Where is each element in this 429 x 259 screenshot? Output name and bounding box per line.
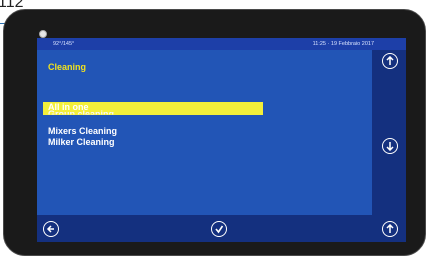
menu-item-mixers-cleaning[interactable]: Mixers Cleaning [48,126,117,137]
back-arrow-icon[interactable] [43,221,59,237]
up-arrow-icon-bottom[interactable] [382,221,398,237]
up-arrow-icon[interactable] [382,53,398,69]
status-bar: 92°/145° 11:25 · 19 Febbraio 2017 [37,38,406,50]
menu-item-milker-cleaning[interactable]: Milker Cleaning [48,137,115,148]
down-arrow-icon[interactable] [382,138,398,154]
right-nav-bar [372,50,406,215]
confirm-check-icon[interactable] [211,221,227,237]
camera-icon [39,30,47,38]
status-datetime: 11:25 · 19 Febbraio 2017 [312,41,374,47]
device-screen: 92°/145° 11:25 · 19 Febbraio 2017 Cleani… [37,38,406,242]
status-temperature: 92°/145° [53,41,75,47]
page-title: Cleaning [48,62,87,72]
